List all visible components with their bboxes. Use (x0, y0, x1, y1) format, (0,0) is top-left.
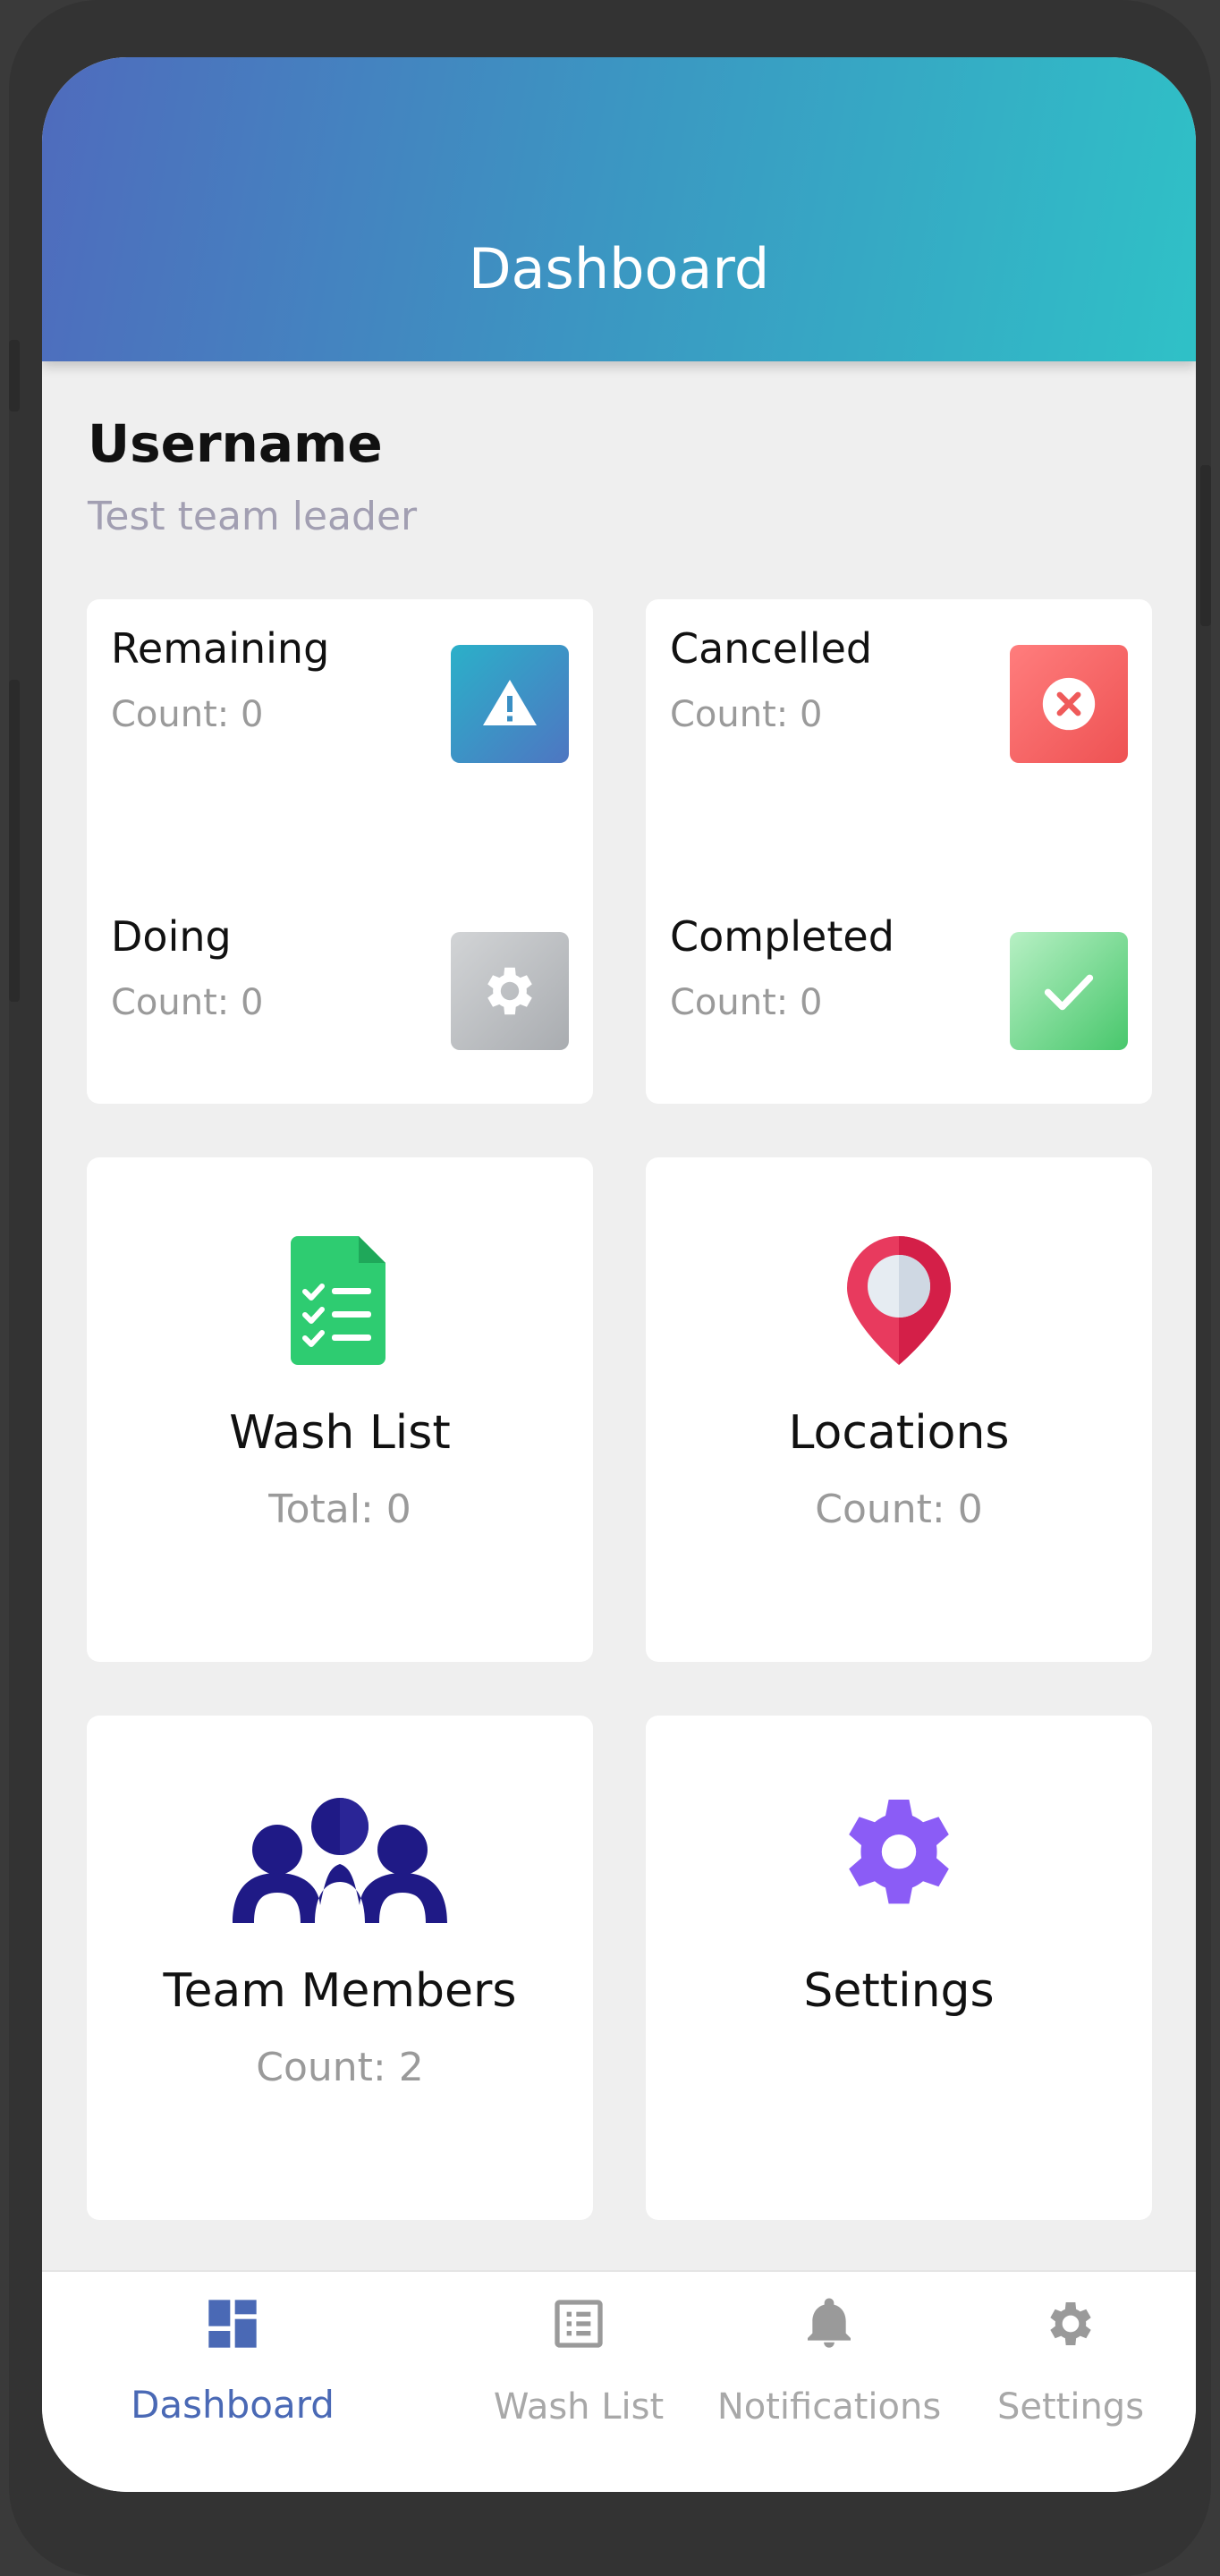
nav-tab-notifications[interactable]: Notifications (695, 2272, 963, 2492)
phone-frame: Dashboard Username Test team leader Rema… (9, 0, 1211, 2576)
volume-up-button (9, 340, 20, 411)
tile-label: Wash List (229, 1406, 451, 1460)
team-members-icon (87, 1794, 593, 1928)
nav-label: Settings (996, 2386, 1145, 2428)
stat-doing[interactable]: Doing Count: 0 (111, 912, 569, 1091)
tile-label: Team Members (163, 1964, 517, 2018)
tile-label: Settings (803, 1964, 995, 2018)
settings-tile[interactable]: Settings (646, 1716, 1152, 2220)
warning-icon (451, 645, 569, 763)
nav-label: Notifications (716, 2386, 942, 2428)
power-button (1200, 465, 1211, 626)
volume-down-button (9, 680, 20, 1002)
team-members-tile[interactable]: Team Members Count: 2 (87, 1716, 593, 2220)
close-circle-icon (1010, 645, 1128, 763)
page-title: Dashboard (468, 236, 770, 301)
gear-icon (451, 932, 569, 1050)
stat-count: Count: 0 (111, 982, 264, 1023)
stat-title: Completed (670, 912, 894, 961)
tile-label: Locations (788, 1406, 1010, 1460)
wash-list-tile[interactable]: Wash List Total: 0 (87, 1157, 593, 1662)
stat-title: Remaining (111, 624, 330, 673)
nav-tab-dashboard[interactable]: Dashboard (130, 2272, 335, 2492)
checkmark-icon (1010, 932, 1128, 1050)
stat-remaining[interactable]: Remaining Count: 0 (111, 624, 569, 803)
app-screen: Dashboard Username Test team leader Rema… (42, 57, 1196, 2492)
stat-cancelled[interactable]: Cancelled Count: 0 (670, 624, 1128, 803)
bottom-navigation: Dashboard Wash List Notifications Settin… (42, 2270, 1196, 2492)
tile-count: Count: 0 (815, 1487, 983, 1532)
stat-title: Cancelled (670, 624, 873, 673)
list-icon (471, 2295, 686, 2367)
user-role: Test team leader (88, 494, 418, 539)
map-pin-icon (646, 1236, 1152, 1370)
nav-tab-wash-list[interactable]: Wash List (471, 2272, 686, 2492)
locations-tile[interactable]: Locations Count: 0 (646, 1157, 1152, 1662)
stat-completed[interactable]: Completed Count: 0 (670, 912, 1128, 1091)
bell-icon (695, 2295, 963, 2367)
stats-card-right: Cancelled Count: 0 Completed Count: 0 (646, 599, 1152, 1104)
stat-count: Count: 0 (670, 694, 823, 735)
app-header: Dashboard (42, 57, 1196, 361)
nav-label: Wash List (493, 2386, 665, 2428)
dashboard-icon (130, 2295, 335, 2367)
gear-icon (972, 2295, 1169, 2367)
user-name: Username (88, 413, 383, 474)
nav-label: Dashboard (131, 2383, 335, 2427)
tile-count: Count: 2 (256, 2045, 424, 2090)
stat-title: Doing (111, 912, 232, 961)
stat-count: Count: 0 (111, 694, 264, 735)
nav-tab-settings[interactable]: Settings (972, 2272, 1169, 2492)
checklist-document-icon (87, 1236, 593, 1370)
stats-card-left: Remaining Count: 0 Doing Count: 0 (87, 599, 593, 1104)
stat-count: Count: 0 (670, 982, 823, 1023)
settings-gear-icon (646, 1794, 1152, 1928)
tile-count: Total: 0 (268, 1487, 411, 1532)
